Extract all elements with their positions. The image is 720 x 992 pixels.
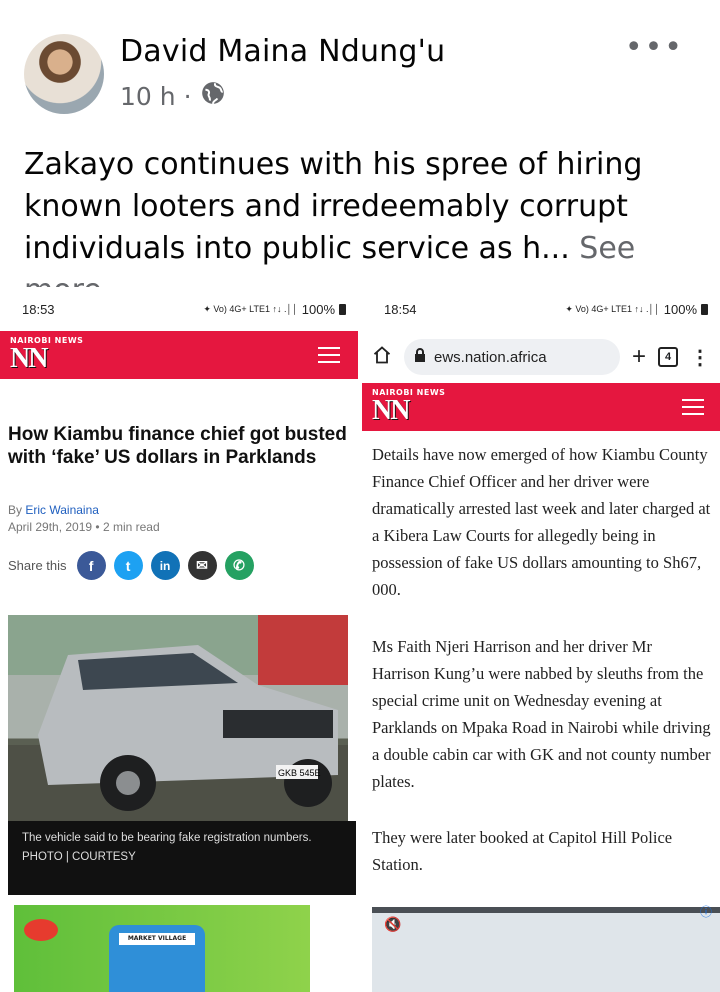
article-photo: GKB 545E (8, 615, 348, 821)
url-text[interactable]: ews.nation.africa (434, 349, 547, 366)
article-paragraph-1: Details have now emerged of how Kiambu C… (372, 445, 711, 599)
meta-separator: · (183, 81, 192, 111)
email-icon[interactable]: ✉ (187, 551, 217, 580)
home-icon[interactable] (372, 345, 392, 370)
post-body: Zakayo continues with his spree of hirin… (24, 147, 643, 266)
ad-label: MARKET VILLAGE (119, 933, 195, 945)
left-screenshot[interactable]: 18:53 ✦ Vo) 4G+ LTE1 ↑↓ .││ 100% NAIROBI… (0, 287, 358, 992)
globe-icon (200, 80, 226, 112)
read-time: 2 min read (102, 520, 160, 534)
lock-icon (414, 348, 426, 366)
ad-banner[interactable]: MARKET VILLAGE (14, 905, 310, 992)
battery-icon (701, 303, 708, 315)
article-paragraph-2: Ms Faith Njeri Harrison and her driver M… (372, 637, 711, 791)
nairobi-news-logo[interactable]: NAIROBI NEWS NN (10, 337, 83, 373)
status-time: 18:54 (384, 301, 417, 317)
plate-text: GKB 545E (278, 768, 321, 778)
article-paragraph-3: They were later booked at Capitol Hill P… (372, 828, 673, 874)
linkedin-icon[interactable]: in (150, 551, 180, 580)
byline: By Eric Wainaina (8, 503, 99, 517)
by-label: By (8, 503, 23, 517)
browser-toolbar: ews.nation.africa + 4 ⋮ (362, 331, 720, 383)
photo-caption: The vehicle said to be bearing fake regi… (8, 821, 356, 895)
nairobi-news-logo[interactable]: NAIROBI NEWS NN (372, 389, 445, 425)
article-date-row: April 29th, 2019 • 2 min read (8, 520, 160, 534)
post-meta: 10 h · (120, 80, 226, 112)
mute-icon[interactable]: 🔇 (384, 917, 401, 933)
hamburger-menu-icon[interactable] (682, 399, 704, 415)
status-bar: 18:53 ✦ Vo) 4G+ LTE1 ↑↓ .││ 100% (0, 287, 358, 331)
battery-label: 100% (663, 301, 697, 317)
signal-icons: ✦ Vo) 4G+ LTE1 ↑↓ .││ (203, 303, 298, 314)
author-link[interactable]: Eric Wainaina (25, 503, 99, 517)
more-options-icon[interactable]: ••• (625, 30, 684, 65)
share-label: Share this (8, 558, 67, 573)
article-headline: How Kiambu finance chief got busted with… (8, 424, 347, 468)
site-header: NAIROBI NEWS NN (362, 383, 720, 431)
battery-icon (339, 303, 346, 315)
avatar[interactable] (24, 34, 104, 114)
new-tab-icon[interactable]: + (632, 343, 646, 371)
browser-menu-icon[interactable]: ⋮ (690, 345, 710, 370)
signal-icons: ✦ Vo) 4G+ LTE1 ↑↓ .││ (565, 303, 660, 314)
post-author-name[interactable]: David Maina Ndung'u (120, 34, 445, 69)
twitter-icon[interactable]: t (113, 551, 143, 580)
ad-info-icon[interactable]: ⓘ (700, 903, 712, 920)
site-header: NAIROBI NEWS NN (0, 331, 358, 379)
meta-dot: • (95, 520, 100, 534)
status-bar: 18:54 ✦ Vo) 4G+ LTE1 ↑↓ .││ 100% (362, 287, 720, 331)
battery-label: 100% (301, 301, 335, 317)
share-row: Share this f t in ✉ ✆ (8, 551, 254, 580)
video-ad[interactable]: 🔇 ⓘ (372, 905, 720, 992)
tab-count[interactable]: 4 (658, 347, 678, 367)
status-time: 18:53 (22, 301, 55, 317)
facebook-icon[interactable]: f (76, 551, 106, 580)
hamburger-menu-icon[interactable] (318, 347, 340, 363)
post-time[interactable]: 10 h (120, 82, 176, 111)
right-screenshot[interactable]: 18:54 ✦ Vo) 4G+ LTE1 ↑↓ .││ 100% ews.nat… (362, 287, 720, 992)
address-bar[interactable]: ews.nation.africa (404, 339, 620, 375)
whatsapp-icon[interactable]: ✆ (224, 551, 254, 580)
pickup-truck-image: GKB 545E (8, 615, 348, 821)
article-date: April 29th, 2019 (8, 520, 93, 534)
